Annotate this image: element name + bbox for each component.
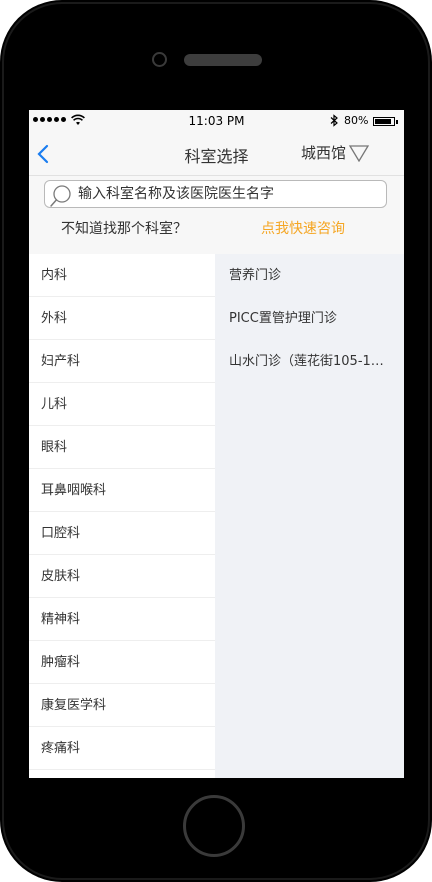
search-area: 不知道找那个科室？ 点我快速咨询 [29, 176, 404, 254]
department-item-obstetrics-gynecology[interactable]: 妇产科 [29, 340, 215, 383]
department-item-pediatrics[interactable]: 儿科 [29, 383, 215, 426]
department-item-surgery[interactable]: 外科 [29, 297, 215, 340]
status-bar: 11:03 PM 80% [29, 110, 404, 132]
department-item-ent[interactable]: 耳鼻咽喉科 [29, 469, 215, 512]
department-item-psychiatry[interactable]: 精神科 [29, 598, 215, 641]
bluetooth-icon [330, 114, 338, 127]
help-hint-text: 不知道找那个科室？ [61, 221, 187, 237]
department-item-pain[interactable]: 疼痛科 [29, 727, 215, 770]
department-item-dermatology[interactable]: 皮肤科 [29, 555, 215, 598]
department-item-rehabilitation[interactable]: 康复医学科 [29, 684, 215, 727]
search-icon [50, 185, 71, 207]
phone-frame: 11:03 PM 80% 科室选择 城西馆 输入科室名称及该医院医生名字 不知道… [0, 0, 432, 882]
battery-percentage: 80% [344, 114, 369, 127]
branch-selector[interactable]: 城西馆 [301, 142, 370, 163]
search-box [44, 180, 387, 208]
app-screen: 11:03 PM 80% 科室选择 城西馆 输入科室名称及该医院医生名字 不知道… [29, 110, 404, 778]
earpiece-speaker [184, 54, 262, 66]
home-button[interactable] [183, 795, 245, 857]
clinic-item-shanshui[interactable]: 山水门诊（莲花街105-1… [215, 340, 404, 383]
quick-consult-link[interactable]: 点我快速咨询 [261, 218, 345, 238]
department-list: 内科 外科 妇产科 儿科 眼科 耳鼻咽喉科 口腔科 皮肤科 精神科 肿瘤科 康复… [29, 254, 215, 778]
search-input[interactable] [78, 181, 378, 207]
navigation-bar: 科室选择 城西馆 [29, 132, 404, 176]
battery-icon [373, 117, 398, 126]
department-item-internal-medicine[interactable]: 内科 [29, 254, 215, 297]
department-item-ophthalmology[interactable]: 眼科 [29, 426, 215, 469]
department-item-stomatology[interactable]: 口腔科 [29, 512, 215, 555]
branch-label: 城西馆 [301, 144, 347, 162]
triangle-down-icon [348, 144, 370, 162]
clinic-item-picc[interactable]: PICC置管护理门诊 [215, 297, 404, 340]
clinic-item-nutrition[interactable]: 营养门诊 [215, 254, 404, 297]
front-camera [152, 52, 167, 67]
department-item-oncology[interactable]: 肿瘤科 [29, 641, 215, 684]
clinic-list: 营养门诊 PICC置管护理门诊 山水门诊（莲花街105-1… [215, 254, 404, 778]
